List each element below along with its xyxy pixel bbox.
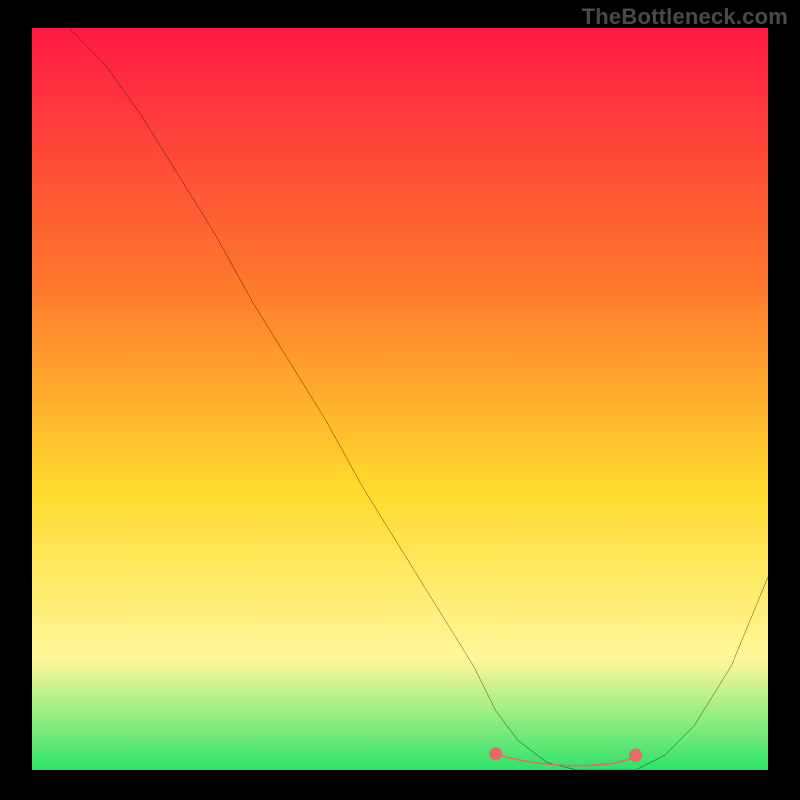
valley-marker-endpoint bbox=[629, 748, 642, 761]
plot-area bbox=[32, 28, 768, 770]
chart-frame: TheBottleneck.com bbox=[0, 0, 800, 800]
watermark-text: TheBottleneck.com bbox=[582, 4, 788, 30]
chart-svg bbox=[32, 28, 768, 770]
valley-marker-endpoint bbox=[489, 747, 502, 760]
gradient-background bbox=[32, 28, 768, 770]
